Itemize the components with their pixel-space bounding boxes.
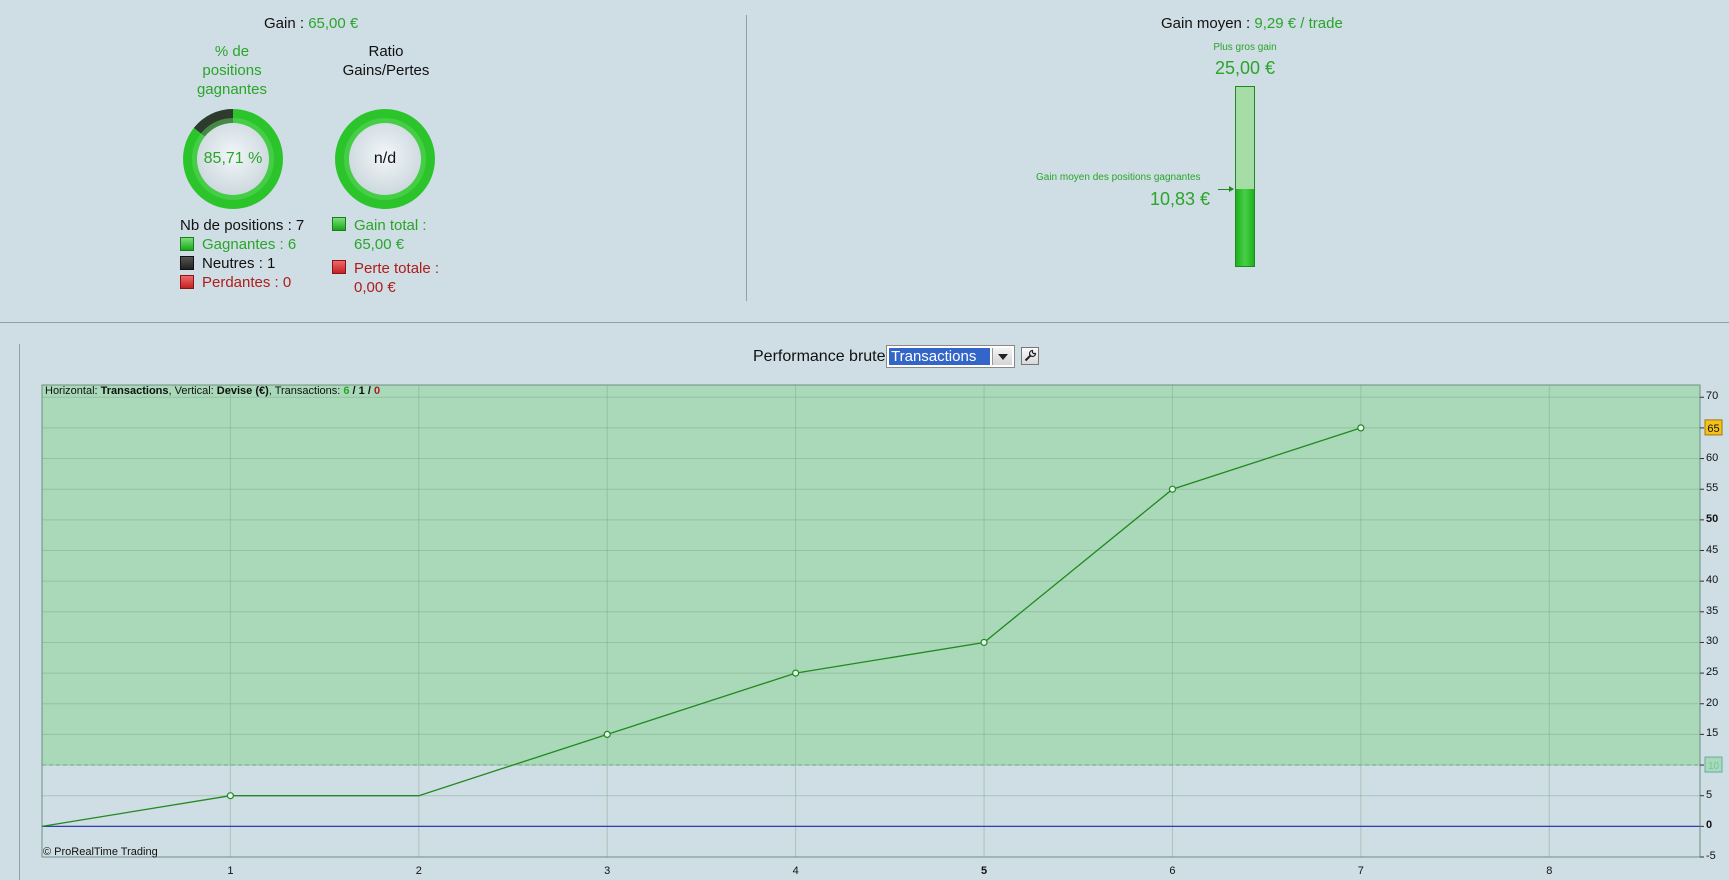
chart-copyright: © ProRealTime Trading [43, 846, 158, 858]
performance-chart: 65 10 [41, 384, 1723, 858]
x-tick-label: 6 [1169, 865, 1176, 877]
info-sep-1: / [349, 385, 359, 397]
equity-point [603, 730, 611, 739]
y-tick-label: 30 [1706, 635, 1719, 648]
y-tick-label: 25 [1706, 666, 1719, 679]
last-value-label: 65 [1707, 423, 1719, 435]
y-tick-label: 15 [1706, 727, 1719, 740]
equity-point [226, 792, 235, 800]
y-tick-label: 60 [1706, 451, 1719, 464]
equity-point [1168, 485, 1177, 493]
x-tick-label: 5 [980, 865, 988, 877]
y-tick-label: 20 [1706, 696, 1719, 709]
equity-point [1357, 424, 1365, 432]
info-h-label: Horizontal: [45, 385, 101, 397]
info-v-value: Devise (€) [216, 385, 269, 397]
y-tick-label: 55 [1706, 482, 1719, 495]
x-tick-label: 7 [1357, 865, 1364, 877]
y-tick-label: 70 [1706, 390, 1719, 403]
threshold-marker-label: 10 [1708, 761, 1720, 772]
equity-point [792, 669, 800, 677]
equity-point [980, 638, 988, 647]
info-h-value: Transactions [100, 385, 169, 397]
y-tick-label: 0 [1706, 819, 1713, 832]
info-v-label: , Vertical: [168, 385, 217, 397]
x-tick-label: 2 [415, 865, 422, 877]
x-tick-label: 1 [227, 865, 234, 877]
y-tick-label: 5 [1706, 788, 1713, 801]
y-tick-label: 50 [1706, 512, 1719, 525]
x-tick-label: 3 [604, 865, 611, 877]
profit-zone [42, 385, 1700, 766]
y-tick-label: 35 [1706, 604, 1719, 617]
x-tick-label: 8 [1546, 865, 1553, 877]
info-t-loss: 0 [373, 385, 381, 397]
y-tick-label: -5 [1706, 850, 1716, 862]
info-t-label: , Transactions: [268, 385, 344, 397]
chart-info: Horizontal: Transactions, Vertical: Devi… [45, 385, 380, 397]
x-tick-label: 4 [792, 865, 799, 877]
y-tick-label: 40 [1706, 574, 1719, 587]
info-sep-2: / [364, 385, 374, 397]
y-tick-label: 45 [1706, 543, 1719, 556]
